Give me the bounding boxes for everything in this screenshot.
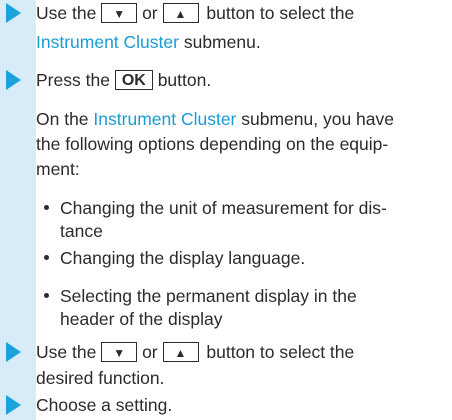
bullet-1-line-1: Changing the unit of measurement for dis…: [60, 198, 387, 218]
step-arrow-icon: [6, 70, 21, 90]
bullet-icon: [44, 293, 49, 298]
step-3-line-2: desired function.: [36, 368, 165, 388]
step-1-or: or: [142, 3, 158, 23]
step-3-or: or: [142, 342, 158, 362]
bullet-1-line-2: tance: [60, 221, 103, 241]
step-4-line: Choose a setting.: [36, 395, 173, 415]
step-1-pre: Use the: [36, 3, 97, 23]
bullet-icon: [44, 255, 49, 260]
step-3-pre: Use the: [36, 342, 97, 362]
step-1-line-1: Use the ▼ or ▲ button to select the: [36, 1, 354, 25]
up-arrow-button-icon: ▲: [162, 341, 199, 362]
info-post: submenu, you have: [241, 109, 395, 129]
info-line-1: On the Instrument Cluster submenu, you h…: [36, 107, 394, 131]
step-2-pre: Press the: [36, 70, 110, 90]
bullet-3-line-1: Selecting the permanent display in the: [60, 286, 357, 306]
ok-button-icon: OK: [114, 69, 153, 90]
step-arrow-icon: [6, 395, 21, 415]
step-arrow-icon: [6, 342, 21, 362]
step-1-post: button to select the: [206, 3, 355, 23]
step-3-line-1: Use the ▼ or ▲ button to select the: [36, 340, 354, 364]
instrument-cluster-link: Instrument Cluster: [36, 32, 179, 52]
bullet-3-line-2: header of the display: [60, 309, 223, 329]
up-arrow-button-icon: ▲: [162, 2, 199, 23]
instrument-cluster-link-2: Instrument Cluster: [93, 109, 237, 129]
step-2-line: Press the OK button.: [36, 68, 211, 92]
info-line-3: ment:: [36, 159, 80, 179]
info-line-2: the following options depending on the e…: [36, 134, 389, 154]
step-3-post: button to select the: [206, 342, 355, 362]
info-pre: On the: [36, 109, 89, 129]
down-arrow-button-icon: ▼: [101, 2, 138, 23]
instruction-page: Use the ▼ or ▲ button to select the Inst…: [0, 0, 452, 420]
bullet-icon: [44, 205, 49, 210]
step-1-line-2: Instrument Cluster submenu.: [36, 30, 261, 54]
step-1-line-2-post: submenu.: [183, 32, 261, 52]
step-arrow-icon: [6, 3, 21, 23]
step-2-post: button.: [157, 70, 212, 90]
down-arrow-button-icon: ▼: [101, 341, 138, 362]
bullet-2-line-1: Changing the display language.: [60, 248, 306, 268]
